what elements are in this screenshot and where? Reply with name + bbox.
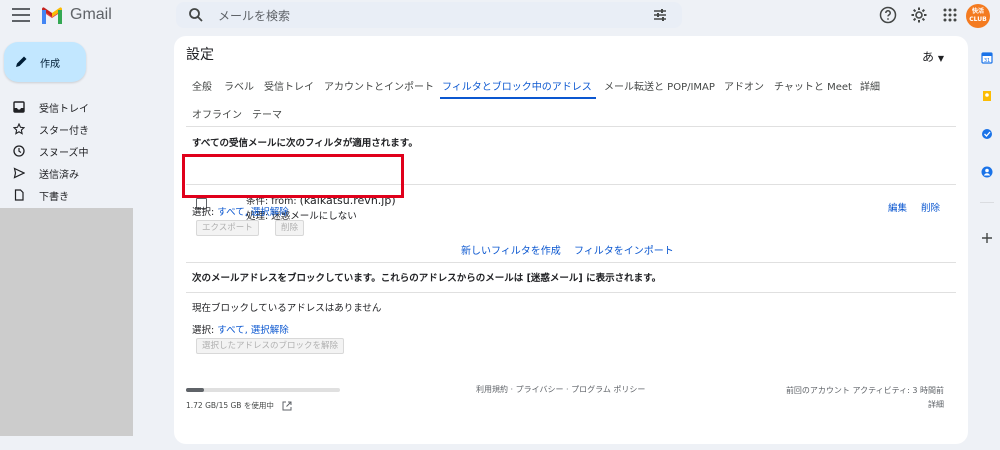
search-options-icon[interactable] <box>652 7 668 23</box>
sidebar-item-label: スヌーズ中 <box>39 147 89 159</box>
divider <box>186 292 956 293</box>
sidebar-item-inbox[interactable]: 受信トレイ <box>0 96 134 118</box>
gmail-m-icon <box>42 7 62 24</box>
tab-labels[interactable]: ラベル <box>224 78 254 93</box>
apps-grid-icon[interactable] <box>941 6 959 24</box>
import-filter-link[interactable]: フィルタをインポート <box>574 242 674 257</box>
filter-select-line: 選択: すべて, 選択解除 <box>192 204 289 218</box>
highlight-box <box>182 154 404 198</box>
open-in-new-icon[interactable] <box>282 401 292 411</box>
tab-offline[interactable]: オフライン <box>192 106 242 121</box>
policy-links[interactable]: 利用規約 · プライバシー · プログラム ポリシー <box>476 384 645 395</box>
search-input[interactable]: メールを検索 <box>218 7 290 24</box>
tab-filters-blocked[interactable]: フィルタとブロック中のアドレス <box>442 78 592 93</box>
chevron-down-icon: ▼ <box>937 54 944 63</box>
storage-usage-label: 1.72 GB/15 GB を使用中 <box>186 401 274 410</box>
settings-panel: 設定 あ ▼ 全般 ラベル 受信トレイ アカウントとインポート フィルタとブロッ… <box>174 36 968 444</box>
calendar-icon[interactable]: 31 <box>981 52 993 64</box>
storage-usage-fill <box>186 388 204 392</box>
select-label: 選択: <box>192 325 215 336</box>
account-avatar[interactable]: 快活 CLUB <box>966 4 990 28</box>
blocked-heading: 次のメールアドレスをブロックしています。これらのアドレスからのメールは [迷惑メ… <box>192 273 662 284</box>
no-blocked-text: 現在ブロックしているアドレスはありません <box>192 303 382 314</box>
divider <box>186 126 956 127</box>
sidebar-item-starred[interactable]: スター付き <box>0 118 134 140</box>
account-activity-text: 前回のアカウント アクティビティ: 3 時間前 <box>785 386 944 395</box>
unblock-button[interactable]: 選択したアドレスのブロックを解除 <box>196 338 345 354</box>
settings-gear-icon[interactable] <box>910 6 928 24</box>
sidebar-nav: 受信トレイ スター付き スヌーズ中 送信済み 下書き <box>0 96 134 206</box>
sidebar-item-drafts[interactable]: 下書き <box>0 184 134 206</box>
sidebar-item-label: 送信済み <box>39 169 79 181</box>
add-addon-icon[interactable] <box>981 232 993 244</box>
main-menu-icon[interactable] <box>12 8 30 22</box>
tab-addons[interactable]: アドオン <box>724 78 764 93</box>
avatar-text-line2: CLUB <box>969 16 987 23</box>
compose-label: 作成 <box>40 58 60 70</box>
delete-filter-link[interactable]: 削除 <box>921 200 940 214</box>
gmail-logo-text: Gmail <box>70 6 112 23</box>
select-label: 選択: <box>192 207 215 218</box>
divider <box>186 262 956 263</box>
gmail-logo[interactable]: Gmail <box>40 4 112 26</box>
clock-icon <box>13 145 25 157</box>
active-tab-indicator <box>440 97 596 99</box>
storage-usage-bar <box>186 388 340 392</box>
sidebar-item-label: スター付き <box>39 125 89 137</box>
compose-button[interactable]: 作成 <box>4 42 86 82</box>
storage-usage-text: 1.72 GB/15 GB を使用中 <box>186 400 292 411</box>
export-button[interactable]: エクスポート <box>196 220 259 236</box>
search-bar[interactable]: メールを検索 <box>176 2 682 28</box>
sidebar-item-sent[interactable]: 送信済み <box>0 162 134 184</box>
svg-text:31: 31 <box>984 58 990 64</box>
edit-filter-link[interactable]: 編集 <box>888 200 907 214</box>
input-tools-button[interactable]: あ ▼ <box>922 48 944 65</box>
side-panel-rail: 31 <box>972 36 1000 450</box>
star-icon <box>13 123 25 135</box>
account-activity: 前回のアカウント アクティビティ: 3 時間前 詳細 <box>786 384 944 412</box>
search-icon[interactable] <box>188 7 204 23</box>
tab-themes[interactable]: テーマ <box>252 106 282 121</box>
select-all-link[interactable]: すべて, <box>217 325 247 336</box>
keep-icon[interactable] <box>981 90 993 102</box>
tab-inbox[interactable]: 受信トレイ <box>264 78 314 93</box>
help-icon[interactable] <box>879 6 897 24</box>
send-icon <box>13 167 25 179</box>
select-all-link[interactable]: すべて, <box>217 207 247 218</box>
tab-advanced[interactable]: 詳細 <box>860 78 880 93</box>
contacts-icon[interactable] <box>981 166 993 178</box>
delete-filters-button[interactable]: 削除 <box>275 220 305 236</box>
sidebar-item-label: 下書き <box>39 191 69 203</box>
filters-heading: すべての受信メールに次のフィルタが適用されます。 <box>192 138 418 149</box>
tasks-icon[interactable] <box>981 128 993 140</box>
draft-icon <box>14 189 24 201</box>
page-title: 設定 <box>186 47 214 63</box>
avatar-text-line1: 快活 <box>971 8 984 15</box>
sidebar-redacted-area <box>0 208 133 436</box>
gmail-app: Gmail メールを検索 快活 CLUB 作成 受信トレイ スター付き スヌーズ… <box>0 0 1000 450</box>
tab-accounts-import[interactable]: アカウントとインポート <box>324 78 434 93</box>
input-tools-label: あ <box>922 50 935 64</box>
tab-forwarding-pop-imap[interactable]: メール転送と POP/IMAP <box>604 78 715 93</box>
account-activity-details-link[interactable]: 詳細 <box>786 398 944 412</box>
top-bar: Gmail メールを検索 快活 CLUB <box>0 0 1000 34</box>
blocked-select-line: 選択: すべて, 選択解除 <box>192 322 289 336</box>
rail-divider <box>980 202 994 203</box>
sidebar-item-label: 受信トレイ <box>39 103 89 115</box>
sidebar-item-snoozed[interactable]: スヌーズ中 <box>0 140 134 162</box>
pencil-icon <box>16 56 27 67</box>
select-none-link[interactable]: 選択解除 <box>251 325 289 336</box>
select-none-link[interactable]: 選択解除 <box>251 207 289 218</box>
create-filter-link[interactable]: 新しいフィルタを作成 <box>461 242 561 257</box>
tab-chat-meet[interactable]: チャットと Meet <box>774 78 852 93</box>
inbox-icon <box>13 101 25 113</box>
tab-general[interactable]: 全般 <box>192 78 212 93</box>
